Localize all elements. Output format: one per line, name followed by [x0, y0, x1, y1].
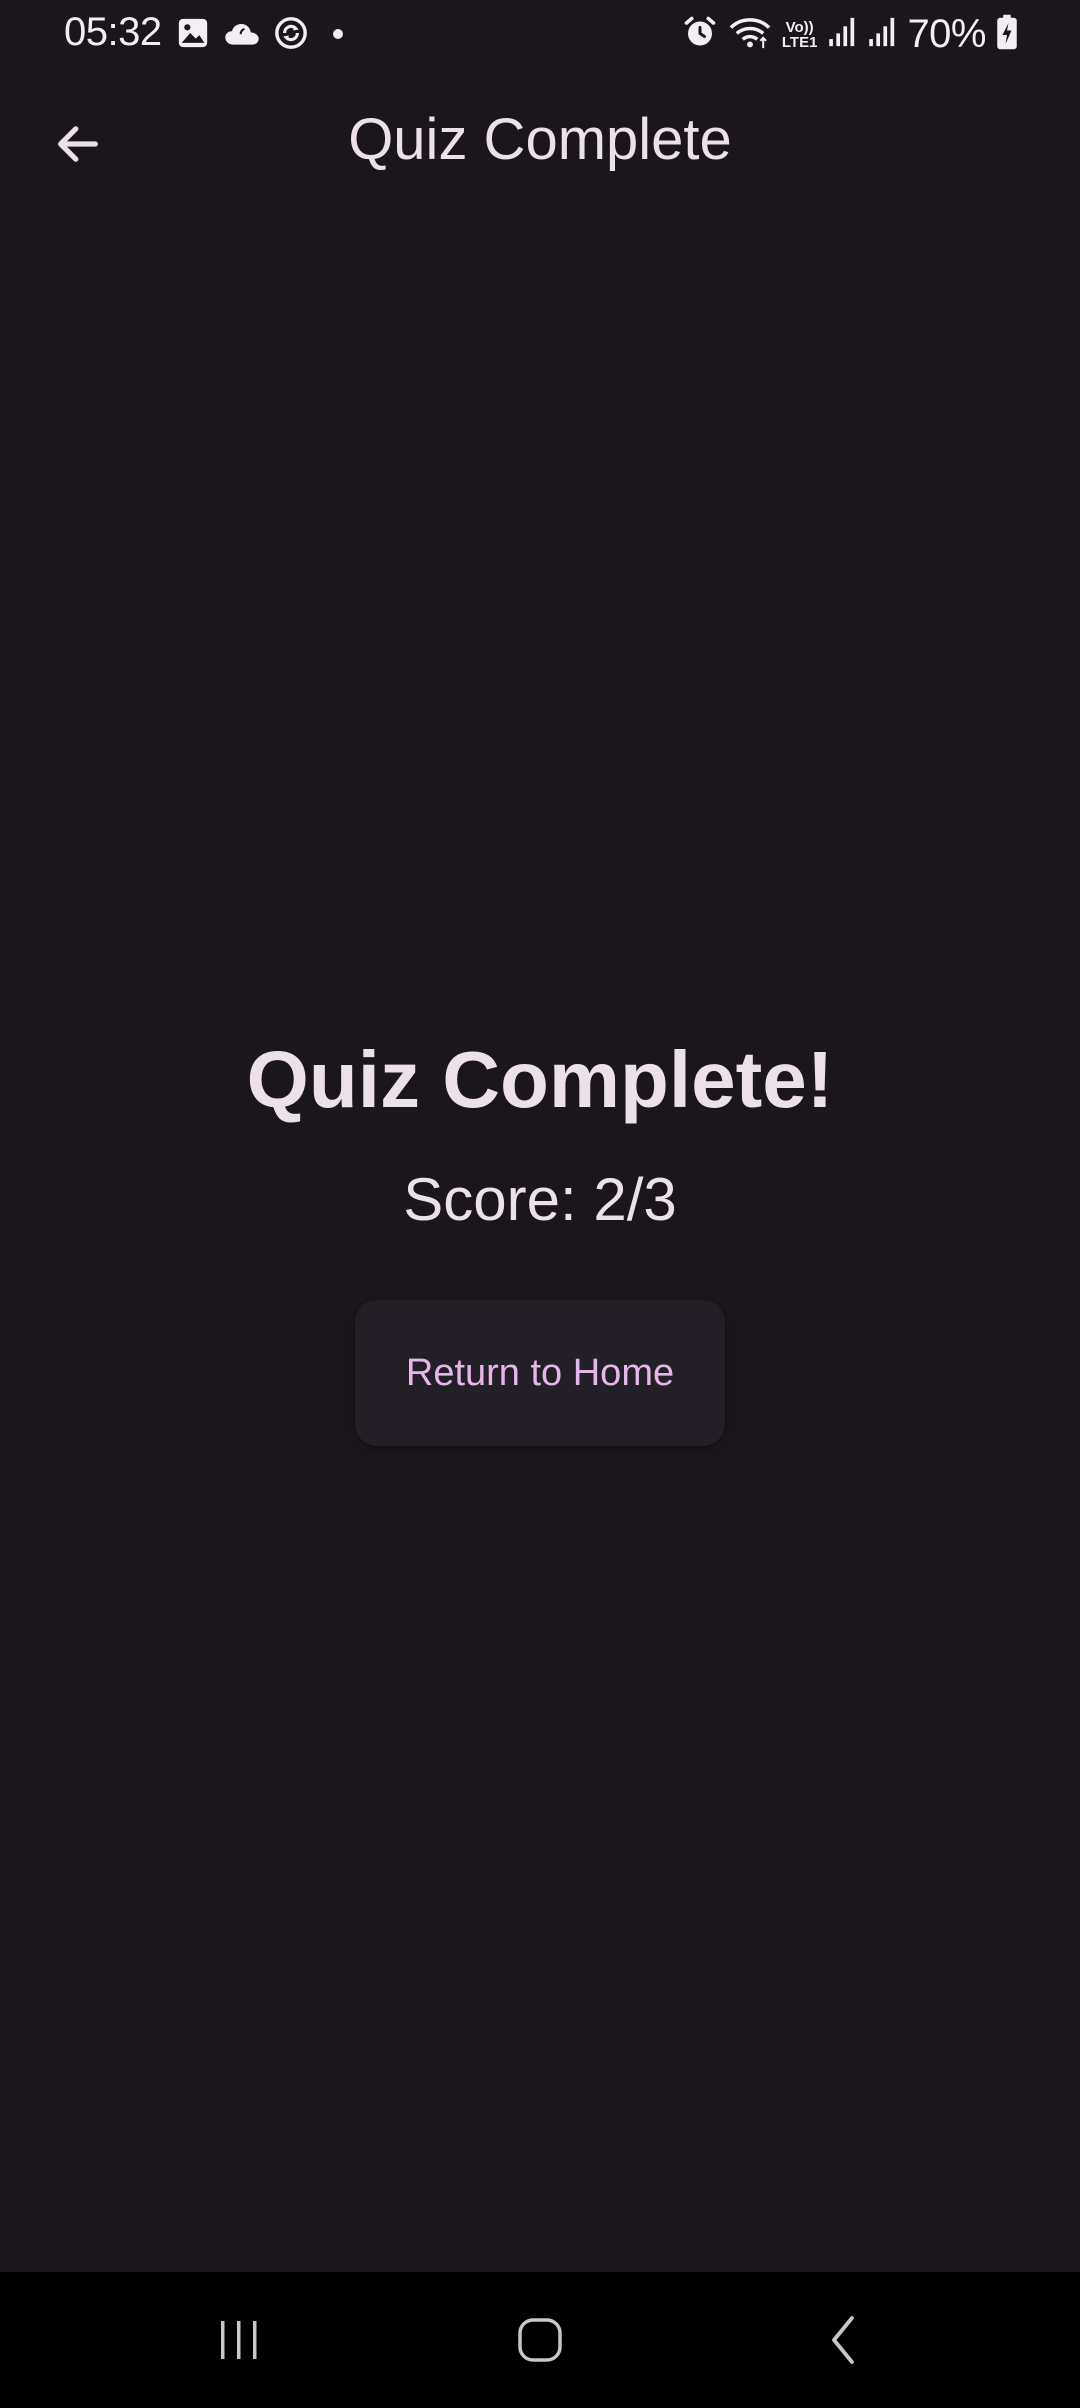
recents-icon [221, 2321, 257, 2359]
volte-label-bottom: LTE1 [781, 33, 818, 51]
signal-icon [827, 15, 857, 54]
system-navigation-bar [0, 2272, 1080, 2408]
battery-percent: 70% [907, 12, 986, 56]
back-nav-button[interactable] [784, 2296, 904, 2384]
return-home-button[interactable]: Return to Home [355, 1300, 725, 1446]
score-text: Score: 2/3 [403, 1166, 677, 1233]
alarm-icon [682, 14, 718, 55]
image-icon [176, 16, 210, 55]
back-icon [832, 2316, 854, 2364]
quiz-complete-screen: 05:32 Vo)) LTE1 70% Quiz Complete Quiz C… [0, 0, 1080, 2408]
volte-icon: Vo)) LTE1 [782, 20, 818, 50]
volte-label-top: Vo)) [785, 18, 814, 36]
sync-icon [274, 16, 308, 55]
quiz-complete-heading: Quiz Complete! [246, 1035, 834, 1124]
app-bar: Quiz Complete [0, 72, 1080, 212]
page-title: Quiz Complete [348, 107, 732, 172]
status-time: 05:32 [64, 10, 162, 54]
battery-charging-icon [996, 14, 1018, 55]
signal-icon [867, 15, 897, 54]
home-icon [518, 2318, 562, 2362]
system-status-icons: Vo)) LTE1 70% [682, 12, 1018, 57]
result-panel: Quiz Complete! Score: 2/3 Return to Home [0, 1030, 1080, 1446]
home-nav-button[interactable] [480, 2296, 600, 2384]
status-bar: 05:32 Vo)) LTE1 70% [0, 0, 1080, 72]
notification-icons [176, 16, 344, 55]
wifi-icon [728, 14, 772, 55]
dot-icon [332, 27, 344, 45]
cloud-icon [224, 18, 260, 53]
recents-button[interactable] [179, 2296, 299, 2384]
